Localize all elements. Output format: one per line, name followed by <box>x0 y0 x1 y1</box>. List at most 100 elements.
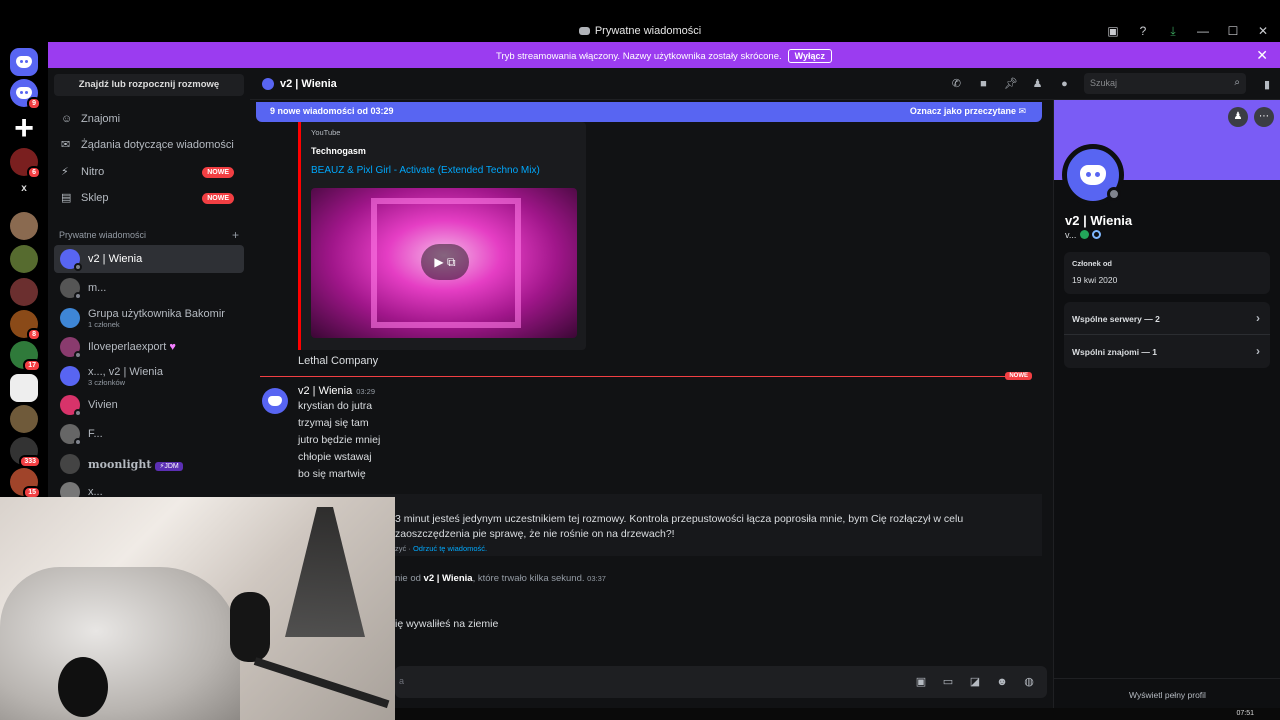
server-icon[interactable]: 6 <box>10 148 41 179</box>
nav-friends[interactable]: ☺ Znajomi <box>54 106 244 132</box>
server-icon[interactable] <box>10 278 38 306</box>
system-action-prefix: zyć · <box>395 544 411 553</box>
pin-icon[interactable]: 📌︎ <box>1004 78 1018 91</box>
webcam-shadow <box>58 657 108 717</box>
shop-icon: ▤ <box>61 192 72 204</box>
home-button[interactable] <box>10 48 38 76</box>
nav-label: Żądania dotyczące wiadomości <box>81 139 234 151</box>
dm-item[interactable]: Grupa użytkownika Bakomir 1 członek <box>54 304 244 332</box>
taskbar-clock: 07:51 <box>1236 710 1254 717</box>
video-icon[interactable]: ■ <box>977 78 990 91</box>
mutual-friends-row[interactable]: Wspólni znajomi — 1 › <box>1064 335 1270 368</box>
unread-badge: 8 <box>27 328 41 341</box>
help-icon[interactable]: ? <box>1136 24 1150 38</box>
server-icon[interactable]: 17 <box>10 341 41 372</box>
server-icon[interactable]: 8 <box>10 310 41 341</box>
mark-read-button[interactable]: Oznacz jako przeczytane ✉ <box>910 106 1026 117</box>
taskbar: 07:51 <box>395 708 1280 720</box>
close-banner-icon[interactable]: ✕ <box>1256 47 1268 64</box>
add-friend-icon[interactable]: ♟ <box>1228 107 1248 127</box>
server-icon[interactable] <box>10 405 38 433</box>
profile-avatar <box>1062 144 1124 206</box>
mutual-servers-row[interactable]: Wspólne serwery — 2 › <box>1064 302 1270 335</box>
user-profile-panel: ♟ ⋯ v2 | Wienia v... Członek od 19 kwi 2… <box>1053 100 1280 708</box>
apps-icon[interactable]: ◍ <box>1023 676 1035 688</box>
server-x[interactable]: x <box>10 183 38 194</box>
server-icon[interactable]: 15 <box>10 468 41 499</box>
server-icon[interactable] <box>10 212 38 240</box>
screen-share-icon[interactable]: ▣ <box>1106 24 1120 38</box>
message-time: 03:29 <box>356 387 375 396</box>
unread-badge: 6 <box>27 166 41 179</box>
message-text: Lethal Company <box>298 355 379 367</box>
dm-subtext: 1 członek <box>88 319 120 329</box>
download-icon[interactable]: ⤓ <box>1166 24 1180 38</box>
new-messages-text: 9 nowe wiadomości od 03:29 <box>270 106 394 116</box>
create-dm-icon[interactable]: + <box>232 228 239 242</box>
jdm-tag: ⚡JDM <box>155 461 183 471</box>
nav-shop[interactable]: ▤ Sklep NOWE <box>54 185 244 211</box>
webcam-microphone <box>230 592 270 662</box>
message-placeholder: a <box>399 676 405 686</box>
avatar <box>262 78 274 90</box>
avatar[interactable] <box>262 388 288 414</box>
server-icon[interactable] <box>10 245 38 273</box>
badge-icon <box>1080 230 1090 239</box>
dm-name: F... <box>88 428 103 440</box>
profile-username-text: v... <box>1065 230 1077 240</box>
close-icon[interactable]: ✕ <box>1256 24 1270 38</box>
dm-item[interactable]: F... <box>54 420 244 448</box>
dm-item[interactable]: Vivien <box>54 391 244 419</box>
gift-icon[interactable]: ▣ <box>915 676 927 688</box>
dm-home-button[interactable]: 9 <box>10 79 41 110</box>
mark-read-text: Oznacz jako przeczytane <box>909 106 1016 116</box>
dismiss-message-link[interactable]: Odrzuć tę wiadomość. <box>413 544 487 553</box>
server-icon[interactable] <box>10 374 38 402</box>
dm-item[interactable]: m... <box>54 274 244 302</box>
friends-icon: ☺ <box>61 113 73 125</box>
dm-name: v2 | Wienia <box>88 253 143 265</box>
dm-sidebar: Znajdź lub rozpocznij rozmowę ☺ Znajomi ✉… <box>48 68 250 502</box>
search-input[interactable]: Szukaj ⌕ <box>1084 73 1246 94</box>
status-dot <box>74 292 82 300</box>
play-icon[interactable]: ▶ ⧉ <box>421 244 469 280</box>
call-user: v2 | Wienia <box>423 573 473 584</box>
profile-username: v... <box>1065 230 1102 240</box>
add-server-icon[interactable]: + <box>10 111 38 145</box>
sticker-icon[interactable]: ◪ <box>969 676 981 688</box>
message-input[interactable]: a ▣ ▭ ◪ ☻ ◍ <box>395 666 1047 698</box>
profile-name: v2 | Wienia <box>1065 213 1133 228</box>
status-dot <box>1107 187 1121 201</box>
user-profile-icon[interactable]: ● <box>1058 78 1071 91</box>
dm-name: m... <box>88 282 107 294</box>
nav-nitro[interactable]: ⚡ Nitro NOWE <box>54 159 244 185</box>
maximize-icon[interactable]: ☐ <box>1226 24 1240 38</box>
message-author[interactable]: v2 | Wienia <box>298 385 352 397</box>
dm-item[interactable]: moonlight ⚡JDM <box>54 450 244 478</box>
new-messages-bar[interactable]: 9 nowe wiadomości od 03:29 Oznacz jako pr… <box>256 102 1042 122</box>
avatar <box>60 249 82 271</box>
disable-streamer-mode-button[interactable]: Wyłącz <box>787 49 832 63</box>
add-friends-icon[interactable]: ♟ <box>1031 78 1044 91</box>
chevron-right-icon: › <box>1256 344 1260 358</box>
search-icon: ⌕ <box>1234 77 1240 88</box>
more-options-icon[interactable]: ⋯ <box>1254 107 1274 127</box>
nav-message-requests[interactable]: ✉ Żądania dotyczące wiadomości <box>54 132 244 158</box>
gif-icon[interactable]: ▭ <box>942 676 954 688</box>
dm-name-text: Iloveperlaexport <box>88 341 167 353</box>
embed-author[interactable]: Technogasm <box>311 146 366 156</box>
call-icon[interactable]: ✆ <box>950 78 963 91</box>
view-full-profile-button[interactable]: Wyświetl pełny profil <box>1054 678 1280 708</box>
server-icon[interactable]: 333 <box>10 437 41 468</box>
emoji-icon[interactable]: ☻ <box>996 676 1008 688</box>
dm-item[interactable]: x..., v2 | Wienia 3 członków <box>54 362 244 390</box>
avatar <box>60 454 80 474</box>
find-conversation-button[interactable]: Znajdź lub rozpocznij rozmowę <box>54 74 244 96</box>
video-thumbnail[interactable]: ▶ ⧉ <box>311 188 577 338</box>
inbox-icon[interactable]: ▮ <box>1264 78 1270 91</box>
nav-label: Sklep <box>81 192 109 204</box>
embed-title-link[interactable]: BEAUZ & Pixl Girl - Activate (Extended T… <box>311 165 540 176</box>
minimize-icon[interactable]: — <box>1196 24 1210 38</box>
dm-item[interactable]: v2 | Wienia <box>54 245 244 273</box>
dm-item[interactable]: Iloveperlaexport ♥ <box>54 333 244 361</box>
